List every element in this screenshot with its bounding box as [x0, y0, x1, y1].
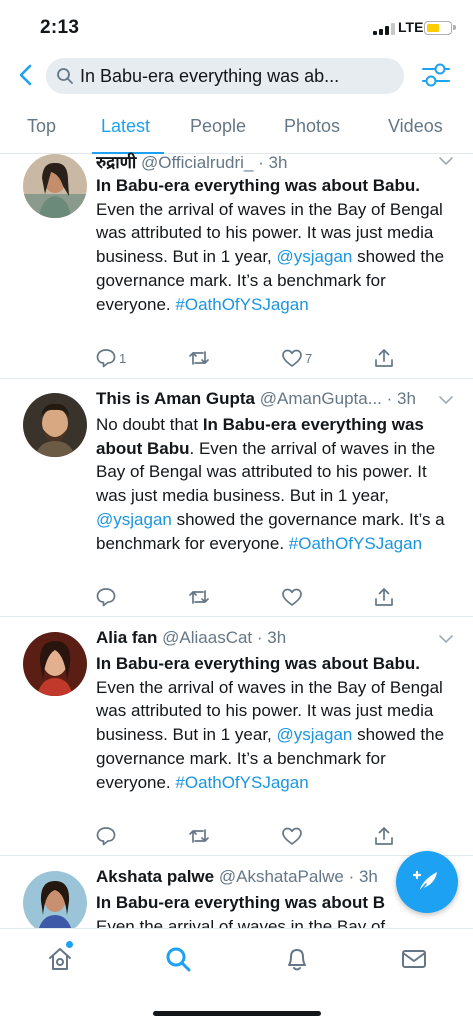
bottom-nav — [0, 928, 473, 1024]
bell-icon[interactable] — [283, 945, 311, 973]
like-button[interactable] — [281, 585, 303, 609]
tweet-header: Akshata palwe @AkshataPalwe · 3h — [96, 867, 426, 887]
sliders-icon[interactable] — [420, 61, 452, 89]
tweet-bold-text: In Babu-era everything was about Babu. — [96, 654, 421, 673]
status-time: 2:13 — [40, 17, 80, 38]
reply-button[interactable] — [95, 824, 117, 848]
avatar[interactable] — [23, 871, 87, 928]
like-button[interactable]: 7 — [281, 346, 312, 370]
compose-feather-icon — [412, 870, 437, 895]
heart-icon — [282, 827, 302, 845]
share-icon — [375, 588, 393, 606]
reply-count: 1 — [119, 350, 127, 366]
status-bar: 2:13 LTE — [0, 0, 473, 50]
display-name[interactable]: Alia fan — [96, 628, 157, 647]
battery-icon — [424, 21, 456, 35]
tweet-bold-text: In Babu-era everything was about B — [96, 893, 386, 912]
retweet-button[interactable] — [188, 824, 210, 848]
tweet-text: No doubt that In Babu-era everything was… — [96, 413, 461, 555]
avatar[interactable] — [23, 393, 87, 457]
heart-icon — [282, 349, 302, 367]
chevron-left-icon[interactable] — [14, 62, 40, 88]
mention-link[interactable]: @ysjagan — [277, 247, 353, 266]
tweet-actions — [0, 585, 473, 609]
chevron-down-icon[interactable] — [438, 156, 454, 166]
tab-top[interactable]: Top — [27, 116, 56, 137]
notification-dot — [66, 941, 73, 948]
share-icon — [375, 349, 393, 367]
avatar[interactable] — [23, 154, 87, 218]
mention-link[interactable]: @ysjagan — [277, 725, 353, 744]
signal-icon — [373, 23, 395, 35]
share-icon — [375, 827, 393, 845]
hashtag-link[interactable]: #OathOfYSJagan — [289, 534, 422, 553]
tweet[interactable]: This is Aman Gupta @AmanGupta... · 3h No… — [0, 389, 473, 617]
reply-icon — [96, 588, 116, 607]
mention-link[interactable]: @ysjagan — [96, 510, 172, 529]
search-header: In Babu-era everything was ab... — [0, 50, 473, 106]
share-button[interactable] — [373, 824, 395, 848]
retweet-icon — [189, 590, 209, 604]
handle[interactable]: @AmanGupta... — [260, 389, 382, 408]
reply-button[interactable]: 1 — [95, 346, 126, 370]
hashtag-link[interactable]: #OathOfYSJagan — [175, 295, 308, 314]
retweet-icon — [189, 351, 209, 365]
tweet-actions: 1 7 — [0, 346, 473, 370]
chevron-down-icon[interactable] — [438, 634, 454, 644]
tab-latest[interactable]: Latest — [101, 116, 150, 137]
separator: · — [343, 867, 359, 886]
timestamp: 3h — [267, 628, 287, 647]
tweet[interactable]: Alia fan @AliaasCat · 3h In Babu-era eve… — [0, 628, 473, 856]
tweet-header: This is Aman Gupta @AmanGupta... · 3h — [96, 389, 426, 409]
reply-icon — [96, 827, 116, 846]
separator: · — [381, 389, 398, 408]
search-input[interactable]: In Babu-era everything was ab... — [46, 58, 404, 94]
handle[interactable]: @Officialrudri_ — [141, 153, 253, 172]
hashtag-link[interactable]: #OathOfYSJagan — [175, 773, 308, 792]
mail-icon[interactable] — [400, 945, 428, 973]
display-name[interactable]: रुद्राणी — [96, 153, 136, 172]
like-count: 7 — [305, 350, 313, 366]
home-icon[interactable] — [46, 945, 74, 973]
tweet-header: Alia fan @AliaasCat · 3h — [96, 628, 426, 648]
tab-people[interactable]: People — [190, 116, 246, 137]
chevron-down-icon[interactable] — [438, 395, 454, 405]
reply-button[interactable] — [95, 585, 117, 609]
share-button[interactable] — [373, 585, 395, 609]
tweet-actions — [0, 824, 473, 848]
timestamp: 3h — [268, 153, 288, 172]
timestamp: 3h — [358, 867, 378, 886]
timestamp: 3h — [397, 389, 416, 408]
avatar[interactable] — [23, 632, 87, 696]
heart-icon — [282, 588, 302, 606]
display-name[interactable]: This is Aman Gupta — [96, 389, 255, 408]
compose-tweet-button[interactable] — [396, 851, 458, 913]
network-label: LTE — [398, 19, 424, 35]
tab-videos[interactable]: Videos — [388, 116, 443, 137]
search-icon — [57, 68, 73, 84]
retweet-icon — [189, 829, 209, 843]
tweet[interactable]: रुद्राणी @Officialrudri_ · 3h In Babu-er… — [0, 150, 473, 379]
search-tabs: Top Latest People Photos Videos — [0, 106, 473, 154]
handle[interactable]: @AliaasCat — [162, 628, 252, 647]
tab-photos[interactable]: Photos — [284, 116, 340, 137]
tweet-text: In Babu-era everything was about Babu. E… — [96, 174, 461, 316]
separator: · — [253, 153, 269, 172]
tweet-text: In Babu-era everything was about Babu. E… — [96, 652, 461, 794]
tweet-text-part: Even the arrival of waves in the Bay of — [96, 916, 386, 928]
tweet-bold-text: In Babu-era everything was about Babu. — [96, 176, 421, 195]
retweet-button[interactable] — [188, 346, 210, 370]
search-icon[interactable] — [164, 945, 192, 973]
tweet-header: रुद्राणी @Officialrudri_ · 3h — [96, 150, 426, 173]
share-button[interactable] — [373, 346, 395, 370]
like-button[interactable] — [281, 824, 303, 848]
display-name[interactable]: Akshata palwe — [96, 867, 214, 886]
handle[interactable]: @AkshataPalwe — [219, 867, 344, 886]
home-indicator — [153, 1011, 321, 1016]
reply-icon — [96, 349, 116, 368]
search-query: In Babu-era everything was ab... — [80, 66, 340, 86]
tweet-text-part: No doubt that — [96, 415, 203, 434]
retweet-button[interactable] — [188, 585, 210, 609]
separator: · — [252, 628, 268, 647]
